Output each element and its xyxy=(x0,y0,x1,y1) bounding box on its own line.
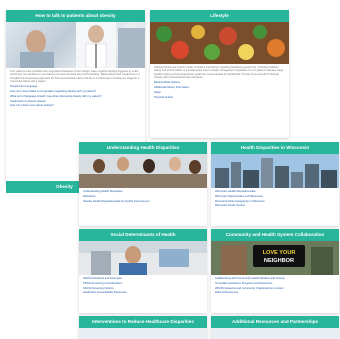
talk-card-title: How to talk to patients about obesity xyxy=(6,10,145,22)
talk-link-3[interactable]: Useful links to discuss obesity xyxy=(10,100,141,103)
wisconsin-card-links: Wisconsin Health Disparities Data Wiscon… xyxy=(211,188,339,207)
social-link-1[interactable]: SDOH Screening Considerations xyxy=(83,282,203,285)
lifestyle-link-0[interactable]: Behavior/Diet Options xyxy=(154,81,285,84)
community-card: Community and Health System Collaboratio… xyxy=(211,229,339,313)
sign-line-2: NEIGHBOR xyxy=(264,258,294,264)
wisconsin-card-title: Health Disparities in Wisconsin xyxy=(211,142,339,154)
obesity-ghost-label: Obesity xyxy=(56,184,73,189)
wisconsin-card: Health Disparities in Wisconsin Wisconsi… xyxy=(211,142,339,226)
additional-card-title: Additional Resources and Partnerships xyxy=(211,316,339,328)
lifestyle-link-3[interactable]: Physical Activity xyxy=(154,96,285,99)
additional-card: Additional Resources and Partnerships xyxy=(211,316,339,339)
social-photo xyxy=(79,241,207,275)
city-skyline-photo xyxy=(211,154,339,188)
social-card: Social Determinants of Health SDOH Defin… xyxy=(79,229,207,313)
talk-link-4[interactable]: How can I learn more about obesity? xyxy=(10,104,141,107)
understanding-card-title: Understanding Health Disparities xyxy=(79,142,207,154)
community-link-0[interactable]: Collaborating with Community Health Work… xyxy=(215,277,335,280)
talk-link-2[interactable]: What sort of language should I use when … xyxy=(10,95,141,98)
understanding-card-links: Understanding Health Disparities Definit… xyxy=(79,188,207,203)
doctor-patient-photo xyxy=(6,22,145,68)
interventions-card-title: Interventions to Reduce Healthcare Dispa… xyxy=(79,316,207,328)
lifestyle-card-body: Lifestyle factors are noted in order of … xyxy=(154,66,284,79)
community-card-links: Collaborating with Community Health Work… xyxy=(211,275,339,294)
talk-link-0[interactable]: People-First Language xyxy=(10,85,141,88)
community-card-title: Community and Health System Collaboratio… xyxy=(211,229,339,241)
community-link-2[interactable]: WIHSS Networks and Community Organizatio… xyxy=(215,287,335,290)
community-link-3[interactable]: Referral Resources xyxy=(215,291,335,294)
wisconsin-link-0[interactable]: Wisconsin Health Disparities Data xyxy=(215,190,335,193)
lifestyle-card-title: Lifestyle xyxy=(150,10,289,22)
understanding-link-1[interactable]: Definitions xyxy=(83,195,203,198)
wisconsin-link-3[interactable]: Wisconsin Foods System xyxy=(215,204,335,207)
wisconsin-link-1[interactable]: Wisconsin Opportunities and Resources xyxy=(215,195,335,198)
lifestyle-card-links: Behavior/Diet Options Additional Dietary… xyxy=(150,79,289,98)
sign-line-1: LOVE YOUR xyxy=(263,250,296,256)
lifestyle-link-2[interactable]: Sleep xyxy=(154,91,285,94)
social-link-3[interactable]: Healthcare Accountability Resources xyxy=(83,291,203,294)
understanding-card: Understanding Health Disparities Underst… xyxy=(79,142,207,226)
talk-card-links: People-First Language How can I best ini… xyxy=(6,83,145,107)
talk-card-body: Your patients have probably been stigmat… xyxy=(10,70,140,83)
talk-link-1[interactable]: How can I best initiate a conversation r… xyxy=(10,90,141,93)
understanding-link-2[interactable]: Obesity Health Disparities Data by Quali… xyxy=(83,200,203,203)
social-card-title: Social Determinants of Health xyxy=(79,229,207,241)
lifestyle-link-1[interactable]: Additional Dietary Information xyxy=(154,86,285,89)
wisconsin-link-2[interactable]: Rural and Urban Geography in Wisconsin xyxy=(215,200,335,203)
meeting-photo xyxy=(79,154,207,188)
understanding-link-0[interactable]: Understanding Health Disparities xyxy=(83,190,203,193)
vegetables-photo xyxy=(150,22,289,64)
lifestyle-card: Lifestyle Lifestyle factors are noted in… xyxy=(150,10,289,138)
social-link-2[interactable]: SDOH Screening Options xyxy=(83,287,203,290)
community-link-1[interactable]: Immediate Assistance Programs and Resour… xyxy=(215,282,335,285)
social-link-0[interactable]: SDOH Definitions and Examples xyxy=(83,277,203,280)
social-card-links: SDOH Definitions and Examples SDOH Scree… xyxy=(79,275,207,294)
love-your-neighbor-photo: LOVE YOUR NEIGHBOR xyxy=(211,241,339,275)
interventions-card: Interventions to Reduce Healthcare Dispa… xyxy=(79,316,207,339)
